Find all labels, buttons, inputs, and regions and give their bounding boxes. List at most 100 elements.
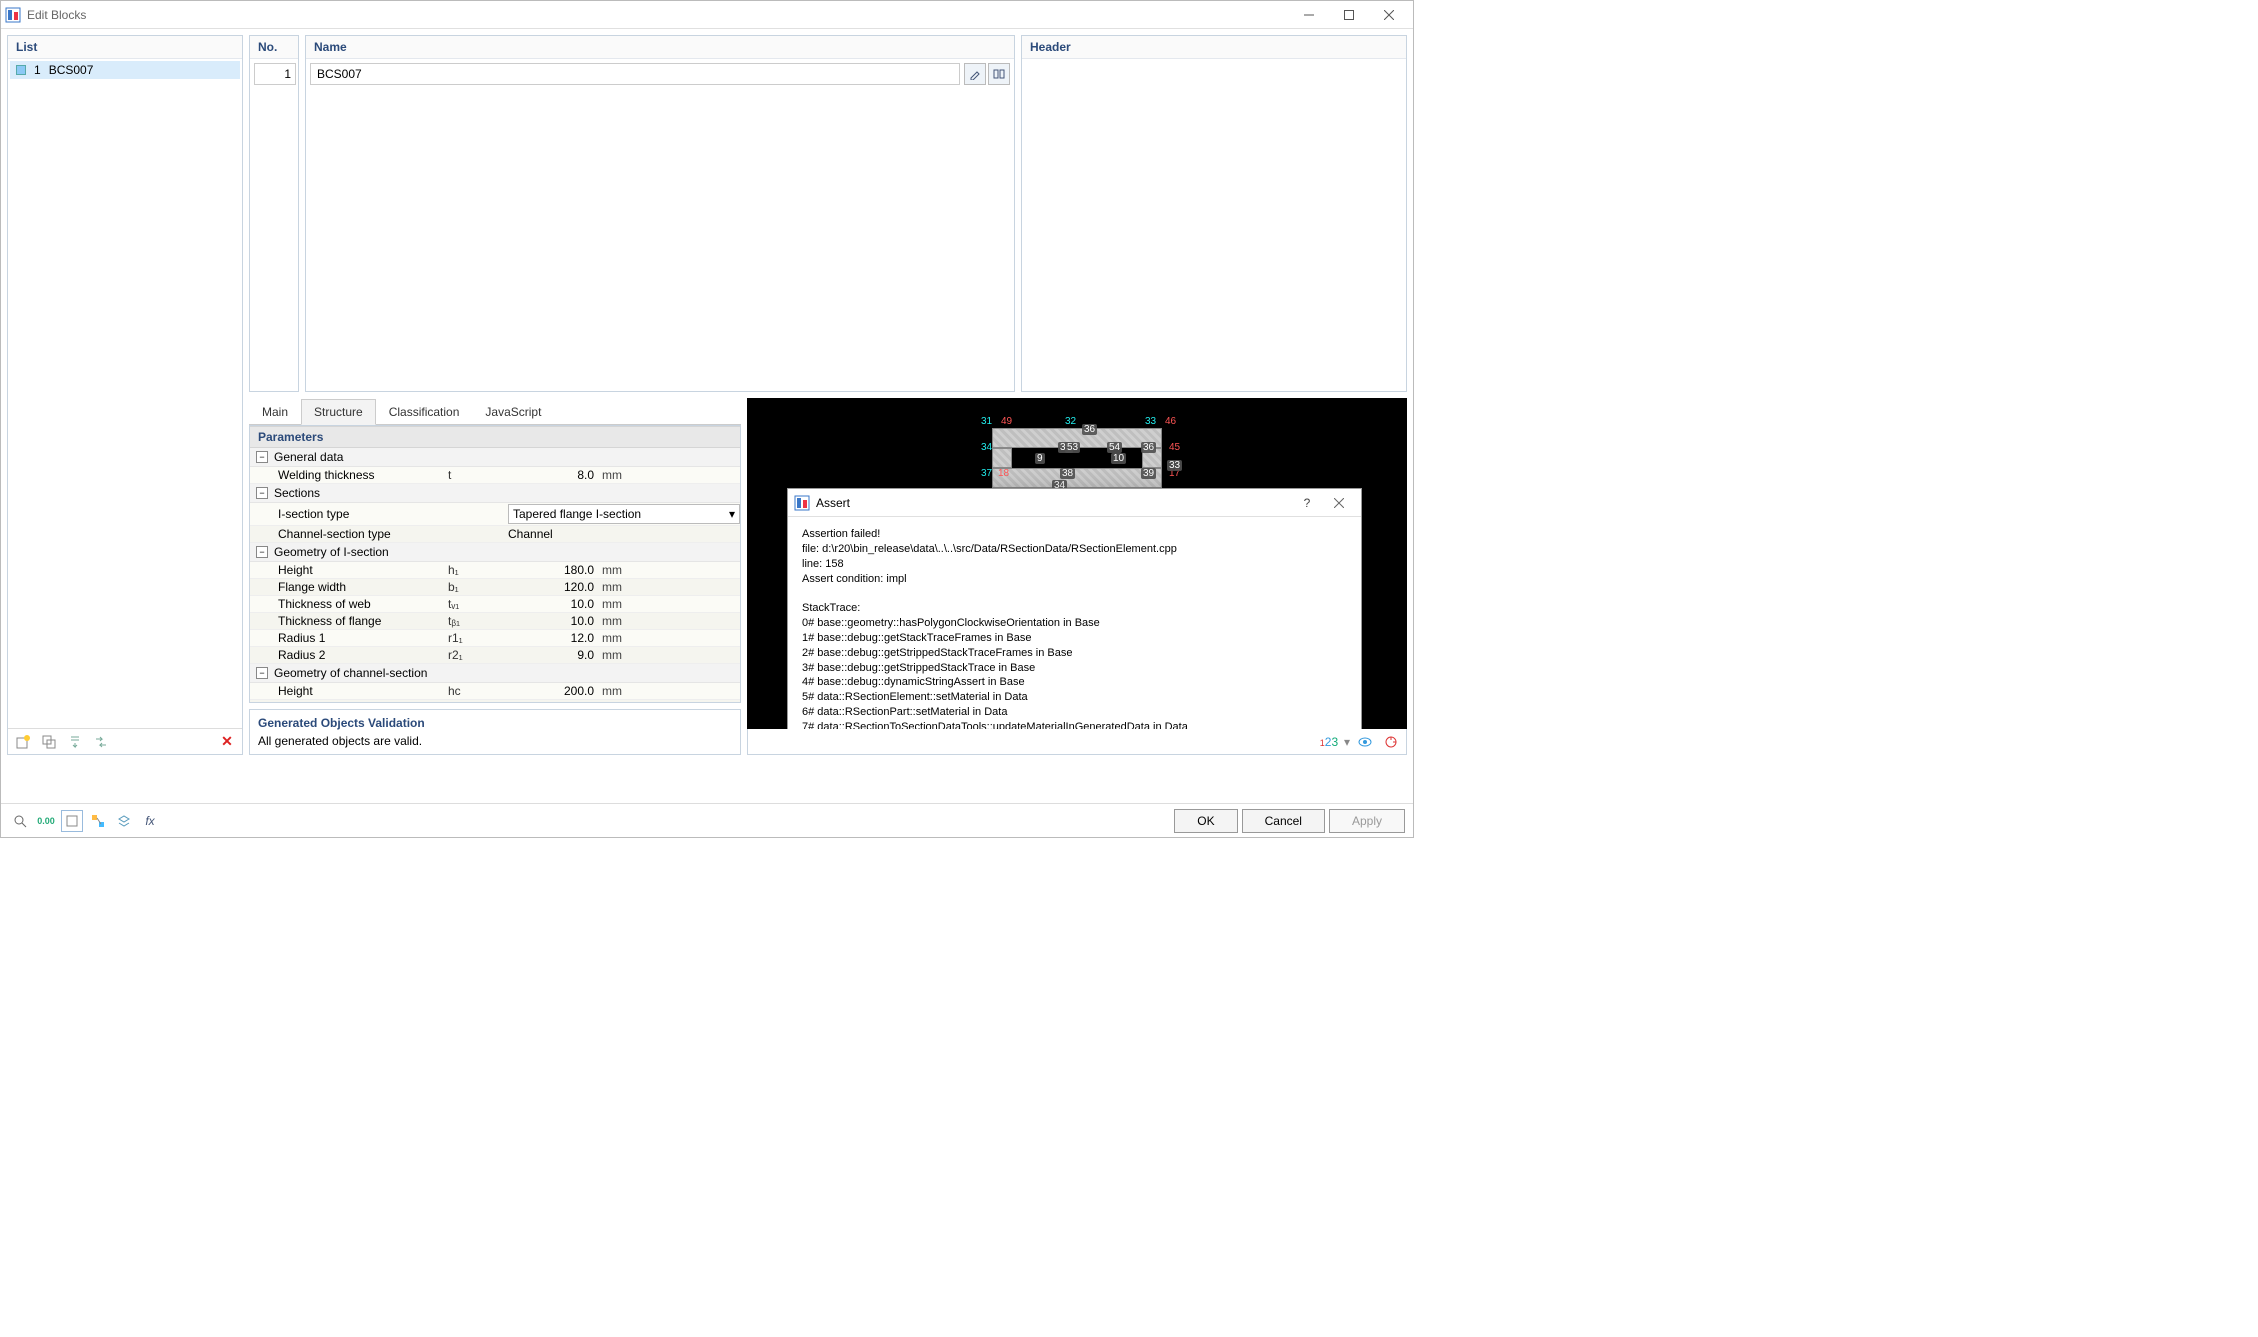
param-value[interactable]: 10.0: [508, 614, 598, 628]
param-symbol: r2₁: [448, 648, 508, 662]
assert-dialog: Assert ? Assertion failed! file: d:\r20\…: [787, 488, 1362, 729]
sync-down-button[interactable]: [64, 731, 86, 753]
footer-fx-button[interactable]: fx: [139, 810, 161, 832]
list-item-name: BCS007: [49, 63, 94, 77]
param-value[interactable]: 80.0: [508, 701, 598, 703]
assert-help-button[interactable]: ?: [1291, 491, 1323, 515]
param-symbol: tᵥ₁: [448, 597, 508, 611]
delete-item-button[interactable]: ✕: [216, 731, 238, 753]
param-row[interactable]: Heighthᴄ200.0mm: [250, 683, 740, 700]
param-row[interactable]: Thickness of flangetᵦ₁10.0mm: [250, 613, 740, 630]
param-value[interactable]: 9.0: [508, 648, 598, 662]
collapse-icon[interactable]: −: [256, 667, 268, 679]
footer-search-button[interactable]: [9, 810, 31, 832]
group-sections: Sections: [274, 486, 320, 500]
param-symbol: h₁: [448, 563, 508, 577]
param-unit: mm: [598, 701, 638, 703]
edit-name-button[interactable]: [964, 63, 986, 85]
param-label: Channel-section type: [278, 527, 448, 541]
preview-web-left: [992, 448, 1012, 468]
new-item-button[interactable]: [12, 731, 34, 753]
param-unit: mm: [598, 684, 638, 698]
window-title: Edit Blocks: [27, 8, 86, 22]
param-value[interactable]: 120.0: [508, 580, 598, 594]
param-row[interactable]: Radius 1r1₁12.0mm: [250, 630, 740, 647]
param-value[interactable]: 10.0: [508, 597, 598, 611]
sync-across-button[interactable]: [90, 731, 112, 753]
param-row[interactable]: Radius 2r2₁9.0mm: [250, 647, 740, 664]
name-header: Name: [306, 36, 1014, 59]
header-header: Header: [1022, 36, 1406, 59]
preview-label: 10: [1111, 453, 1126, 464]
param-row: Channel-section type Channel: [250, 526, 740, 543]
group-general: General data: [274, 450, 343, 464]
collapse-icon[interactable]: −: [256, 487, 268, 499]
param-symbol: hᴄ: [448, 684, 508, 698]
cancel-button[interactable]: Cancel: [1242, 809, 1325, 833]
param-unit: mm: [598, 631, 638, 645]
param-label: Thickness of flange: [278, 614, 448, 628]
param-label: Radius 2: [278, 648, 448, 662]
list-item[interactable]: 1 BCS007: [10, 61, 240, 79]
collapse-icon[interactable]: −: [256, 546, 268, 558]
preview-bot-flange-top: [992, 468, 1162, 488]
name-input[interactable]: [310, 63, 960, 85]
footer-precision-button[interactable]: 0.00: [35, 810, 57, 832]
param-label: I-section type: [278, 507, 448, 521]
assert-close-button[interactable]: [1323, 491, 1355, 515]
param-unit: mm: [598, 597, 638, 611]
param-unit: mm: [598, 614, 638, 628]
assert-title: Assert: [816, 496, 850, 510]
tab-javascript[interactable]: JavaScript: [472, 399, 554, 425]
collapse-icon[interactable]: −: [256, 451, 268, 463]
param-value[interactable]: 12.0: [508, 631, 598, 645]
param-value[interactable]: 200.0: [508, 684, 598, 698]
chevron-down-icon: ▾: [729, 507, 735, 521]
preview-view-button[interactable]: [1354, 731, 1376, 753]
maximize-button[interactable]: [1329, 1, 1369, 29]
list-header: List: [8, 36, 242, 59]
param-label: Radius 1: [278, 631, 448, 645]
param-row[interactable]: Welding thicknesst8.0mm: [250, 467, 740, 484]
group-geom-c: Geometry of channel-section: [274, 666, 427, 680]
param-symbol: t: [448, 468, 508, 482]
tab-structure[interactable]: Structure: [301, 399, 376, 425]
group-geom-i: Geometry of I-section: [274, 545, 389, 559]
footer-tree-button[interactable]: [87, 810, 109, 832]
parameters-header: Parameters: [250, 426, 740, 448]
param-row[interactable]: Flange widthb₁120.0mm: [250, 579, 740, 596]
footer-layers-button[interactable]: [113, 810, 135, 832]
copy-item-button[interactable]: [38, 731, 60, 753]
footer-rect-button[interactable]: [61, 810, 83, 832]
param-value[interactable]: 180.0: [508, 563, 598, 577]
assert-icon: [794, 495, 810, 511]
param-unit: mm: [598, 468, 638, 482]
validation-header: Generated Objects Validation: [258, 716, 732, 730]
no-header: No.: [250, 36, 298, 59]
param-row[interactable]: Thickness of webtᵥ₁10.0mm: [250, 596, 740, 613]
param-symbol: r1₁: [448, 631, 508, 645]
param-select[interactable]: Tapered flange I-section▾: [508, 504, 740, 524]
catalog-button[interactable]: [988, 63, 1010, 85]
preview-numbers-button[interactable]: 123: [1318, 731, 1340, 753]
param-text[interactable]: Channel: [508, 527, 740, 541]
ok-button[interactable]: OK: [1174, 809, 1237, 833]
preview-reset-button[interactable]: [1380, 731, 1402, 753]
param-label: Thickness of web: [278, 597, 448, 611]
tab-classification[interactable]: Classification: [376, 399, 473, 425]
tab-main[interactable]: Main: [249, 399, 301, 425]
validation-message: All generated objects are valid.: [258, 734, 732, 748]
param-symbol: b₁: [448, 580, 508, 594]
block-color-swatch: [16, 65, 26, 75]
param-unit: mm: [598, 648, 638, 662]
apply-button[interactable]: Apply: [1329, 809, 1405, 833]
app-icon: [5, 7, 21, 23]
close-button[interactable]: [1369, 1, 1409, 29]
minimize-button[interactable]: [1289, 1, 1329, 29]
param-label: Flange width: [278, 580, 448, 594]
param-row[interactable]: Heighth₁180.0mm: [250, 562, 740, 579]
param-value[interactable]: 8.0: [508, 468, 598, 482]
no-input[interactable]: [254, 63, 296, 85]
param-label: Height: [278, 684, 448, 698]
param-row[interactable]: Flange widthbᴄ80.0mm: [250, 700, 740, 703]
